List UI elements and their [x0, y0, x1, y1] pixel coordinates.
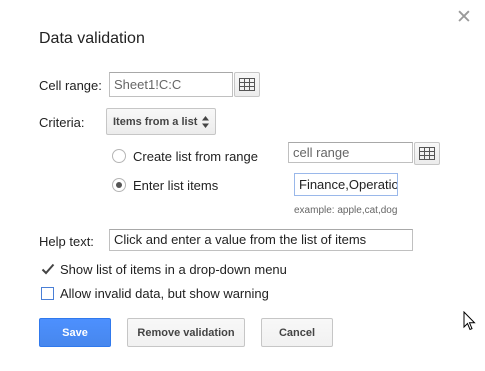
save-button[interactable]: Save — [39, 318, 111, 347]
grid-icon — [239, 78, 255, 91]
enter-list-items-label: Enter list items — [133, 178, 219, 193]
cell-range-input[interactable]: Sheet1!C:C — [109, 72, 233, 97]
show-dropdown-checkbox[interactable] — [41, 262, 55, 276]
criteria-dropdown-value: Items from a list — [113, 115, 198, 128]
criteria-label: Criteria: — [39, 115, 85, 130]
close-icon[interactable]: ✕ — [456, 8, 472, 27]
criteria-dropdown[interactable]: Items from a list — [106, 108, 217, 135]
allow-invalid-checkbox[interactable] — [41, 287, 54, 300]
list-items-example-hint: example: apple,cat,dog — [294, 205, 398, 216]
cancel-button[interactable]: Cancel — [261, 318, 333, 347]
list-items-input[interactable]: Finance,Operatio — [294, 173, 398, 196]
mouse-cursor-icon — [463, 311, 476, 331]
remove-validation-button[interactable]: Remove validation — [127, 318, 245, 347]
select-range-button[interactable] — [234, 72, 260, 97]
grid-icon — [419, 147, 435, 160]
checkmark-icon — [41, 263, 55, 275]
radio-enter-list-items[interactable] — [112, 178, 126, 192]
list-range-input[interactable]: cell range — [288, 142, 413, 163]
show-dropdown-label: Show list of items in a drop-down menu — [60, 262, 287, 277]
cell-range-label: Cell range: — [39, 78, 102, 93]
dialog-title: Data validation — [39, 30, 145, 47]
help-text-label: Help text: — [39, 234, 94, 249]
sort-arrows-icon — [202, 115, 210, 128]
allow-invalid-label: Allow invalid data, but show warning — [60, 286, 269, 301]
select-list-range-button[interactable] — [414, 142, 440, 165]
help-text-input[interactable]: Click and enter a value from the list of… — [109, 229, 413, 251]
radio-create-list-from-range[interactable] — [112, 149, 126, 163]
create-list-from-range-label: Create list from range — [133, 149, 258, 164]
